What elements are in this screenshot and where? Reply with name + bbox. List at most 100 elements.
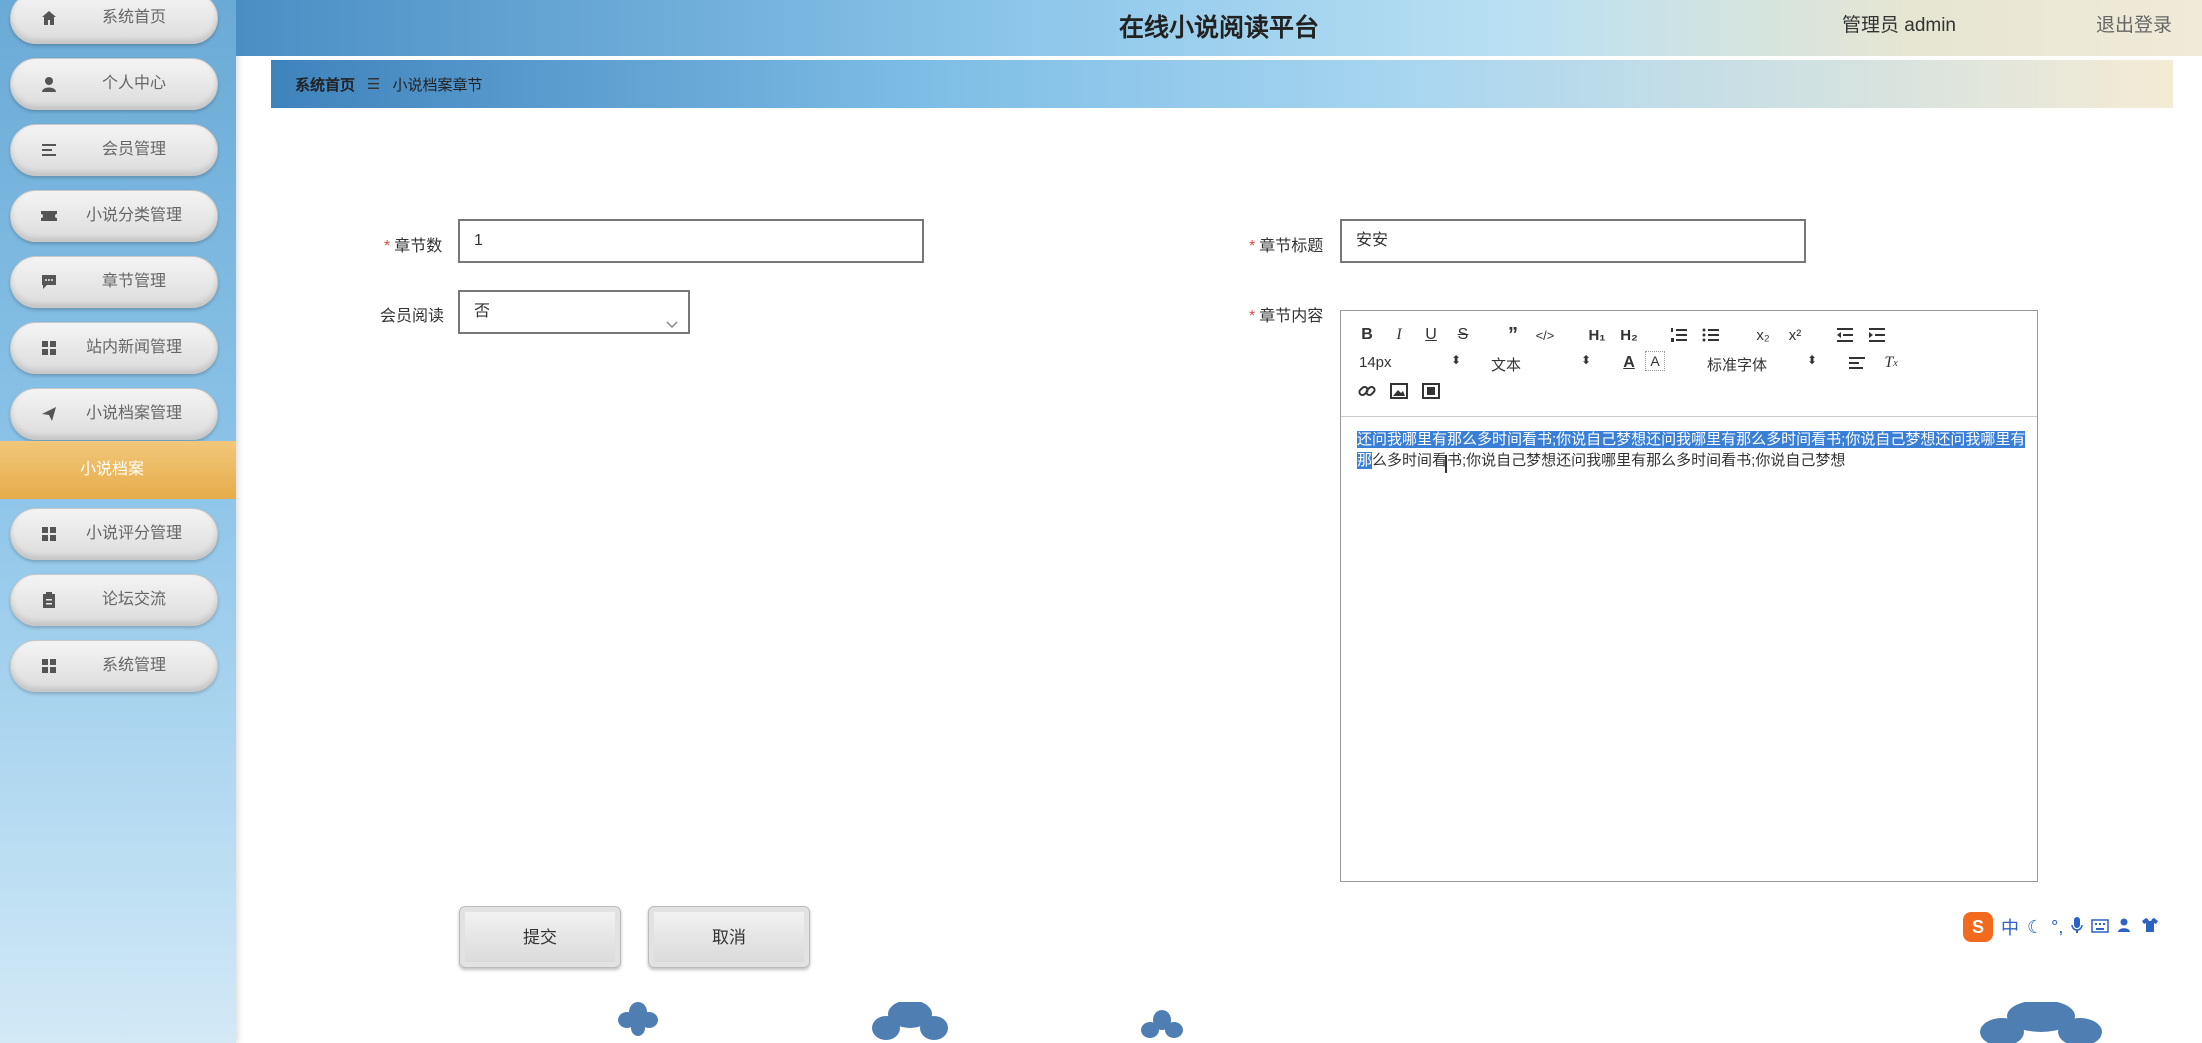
underline-icon[interactable]: U bbox=[1419, 323, 1443, 347]
punctuation-icon[interactable]: °, bbox=[2051, 917, 2063, 938]
sidebar-item-label: 小说分类管理 bbox=[85, 207, 182, 224]
decorative-flower-icon bbox=[1141, 1010, 1183, 1038]
bullet-list-icon[interactable] bbox=[1699, 323, 1723, 347]
background-color-icon[interactable]: A bbox=[1645, 351, 1665, 371]
chapter-title-label: * 章节标题 bbox=[1249, 232, 1323, 256]
font-family-select[interactable]: 标准字体 bbox=[1707, 354, 1767, 375]
chapter-number-input[interactable]: 1 bbox=[458, 219, 924, 263]
user-icon bbox=[39, 74, 59, 94]
list-icon bbox=[39, 140, 59, 160]
bold-icon[interactable]: B bbox=[1355, 323, 1379, 347]
sidebar-item-personal[interactable]: 个人中心 bbox=[10, 58, 218, 110]
link-icon[interactable] bbox=[1355, 379, 1379, 403]
moon-icon[interactable]: ☾ bbox=[2027, 917, 2043, 938]
clear-format-icon[interactable]: Tx bbox=[1879, 351, 1903, 375]
sidebar-item-label: 系统首页 bbox=[101, 9, 166, 26]
home-icon bbox=[39, 8, 59, 28]
member-read-value: 否 bbox=[474, 303, 491, 320]
logout-link[interactable]: 退出登录 bbox=[2096, 10, 2172, 37]
chapter-content-label: * 章节内容 bbox=[1249, 302, 1323, 326]
sidebar-item-chapters[interactable]: 章节管理 bbox=[10, 256, 218, 308]
sidebar-item-label: 站内新闻管理 bbox=[85, 339, 182, 356]
header-chevron-icon: ⬍ bbox=[1581, 353, 1592, 367]
header-1-icon[interactable]: H₁ bbox=[1585, 323, 1609, 347]
align-icon[interactable] bbox=[1845, 351, 1869, 375]
code-block-icon[interactable]: </> bbox=[1533, 323, 1557, 347]
sidebar-item-label: 小说档案管理 bbox=[85, 405, 182, 422]
chapter-number-label: * 章节数 bbox=[384, 232, 442, 256]
sidebar-item-novel-archive[interactable]: 小说档案管理 bbox=[10, 388, 218, 440]
sidebar-item-label: 会员管理 bbox=[101, 141, 166, 158]
sidebar-item-news[interactable]: 站内新闻管理 bbox=[10, 322, 218, 374]
grid-icon bbox=[39, 338, 59, 358]
subscript-icon[interactable]: x₂ bbox=[1751, 323, 1775, 347]
submenu-item-novel-archive[interactable]: 小说档案 bbox=[0, 441, 236, 499]
superscript-icon[interactable]: x² bbox=[1783, 323, 1807, 347]
clipboard-icon bbox=[39, 590, 59, 610]
font-size-chevron-icon: ⬍ bbox=[1451, 353, 1462, 367]
chapter-content-label-text: 章节内容 bbox=[1259, 308, 1324, 325]
submenu-label: 小说档案 bbox=[80, 461, 145, 478]
ime-toolbar: S 中 ☾ °, bbox=[1963, 910, 2202, 944]
current-user: 管理员 admin bbox=[1841, 15, 1956, 36]
outdent-icon[interactable] bbox=[1833, 323, 1857, 347]
required-marker: * bbox=[1249, 308, 1256, 325]
top-header: 在线小说阅读平台 管理员 admin 退出登录 bbox=[236, 0, 2202, 56]
strike-icon[interactable]: S bbox=[1451, 323, 1475, 347]
user-settings-icon[interactable] bbox=[2117, 917, 2133, 938]
italic-icon[interactable]: I bbox=[1387, 323, 1411, 347]
message-icon bbox=[39, 272, 59, 292]
indent-icon[interactable] bbox=[1865, 323, 1889, 347]
header-select[interactable]: 文本 bbox=[1491, 354, 1521, 375]
breadcrumb-home[interactable]: 系统首页 bbox=[295, 74, 355, 95]
grid-icon bbox=[39, 524, 59, 544]
image-icon[interactable] bbox=[1387, 379, 1411, 403]
ime-mode[interactable]: 中 bbox=[2001, 914, 2019, 940]
submit-button[interactable]: 提交 bbox=[459, 906, 621, 968]
sidebar-item-home[interactable]: 系统首页 bbox=[10, 0, 218, 44]
microphone-icon[interactable] bbox=[2071, 916, 2084, 939]
ordered-list-icon[interactable] bbox=[1667, 323, 1691, 347]
breadcrumb: 系统首页 ☰ 小说档案章节 bbox=[271, 60, 2173, 108]
send-icon bbox=[39, 404, 59, 424]
text-cursor-icon bbox=[1445, 455, 1447, 473]
decorative-flower-icon bbox=[618, 1002, 658, 1036]
sidebar-item-label: 章节管理 bbox=[101, 273, 166, 290]
ime-logo-icon[interactable]: S bbox=[1963, 912, 1993, 942]
sidebar-item-category[interactable]: 小说分类管理 bbox=[10, 190, 218, 242]
sidebar-item-label: 个人中心 bbox=[101, 75, 166, 92]
font-size-select[interactable]: 14px bbox=[1359, 354, 1392, 371]
required-marker: * bbox=[384, 238, 391, 255]
grid-icon bbox=[39, 656, 59, 676]
decorative-flower-icon bbox=[1980, 1002, 2102, 1043]
member-read-label: 会员阅读 bbox=[380, 308, 445, 325]
decorative-flower-icon bbox=[872, 1002, 948, 1040]
video-icon[interactable] bbox=[1419, 379, 1443, 403]
chapter-title-input[interactable]: 安安 bbox=[1340, 219, 1806, 263]
blockquote-icon[interactable]: ” bbox=[1501, 323, 1525, 347]
chapter-number-label-text: 章节数 bbox=[394, 238, 443, 255]
chevron-down-icon bbox=[666, 305, 678, 329]
rich-text-editor: B I U S ” </> H₁ H₂ x₂ x² 14px ⬍ 文本 ⬍ A … bbox=[1340, 310, 2038, 882]
sidebar-item-forum[interactable]: 论坛交流 bbox=[10, 574, 218, 626]
cancel-button[interactable]: 取消 bbox=[648, 906, 810, 968]
content-text: 么多时间看书;你说自己梦想还问我哪里有那么多时间看书;你说自己梦想 bbox=[1372, 452, 1846, 469]
skin-icon[interactable] bbox=[2141, 917, 2159, 938]
sidebar-item-label: 小说评分管理 bbox=[85, 525, 182, 542]
sidebar-item-members[interactable]: 会员管理 bbox=[10, 124, 218, 176]
breadcrumb-current: 小说档案章节 bbox=[392, 76, 483, 94]
sidebar-item-system[interactable]: 系统管理 bbox=[10, 640, 218, 692]
keyboard-icon[interactable] bbox=[2091, 917, 2110, 938]
chapter-title-label-text: 章节标题 bbox=[1259, 238, 1324, 255]
font-family-chevron-icon: ⬍ bbox=[1807, 353, 1818, 367]
font-color-icon[interactable]: A bbox=[1617, 351, 1641, 375]
member-read-select[interactable]: 否 bbox=[458, 290, 690, 334]
required-marker: * bbox=[1249, 238, 1256, 255]
breadcrumb-separator-icon: ☰ bbox=[367, 76, 381, 93]
sidebar-item-ratings[interactable]: 小说评分管理 bbox=[10, 508, 218, 560]
sidebar: 系统首页 个人中心 会员管理 小说分类管理 章节管理 站内新闻管理 小说档案管理… bbox=[0, 0, 236, 1043]
header-2-icon[interactable]: H₂ bbox=[1617, 323, 1641, 347]
editor-content[interactable]: 还问我哪里有那么多时间看书;你说自己梦想还问我哪里有那么多时间看书;你说自己梦想… bbox=[1357, 429, 2027, 471]
sidebar-item-label: 系统管理 bbox=[101, 657, 166, 674]
editor-toolbar: B I U S ” </> H₁ H₂ x₂ x² 14px ⬍ 文本 ⬍ A … bbox=[1341, 311, 2037, 417]
